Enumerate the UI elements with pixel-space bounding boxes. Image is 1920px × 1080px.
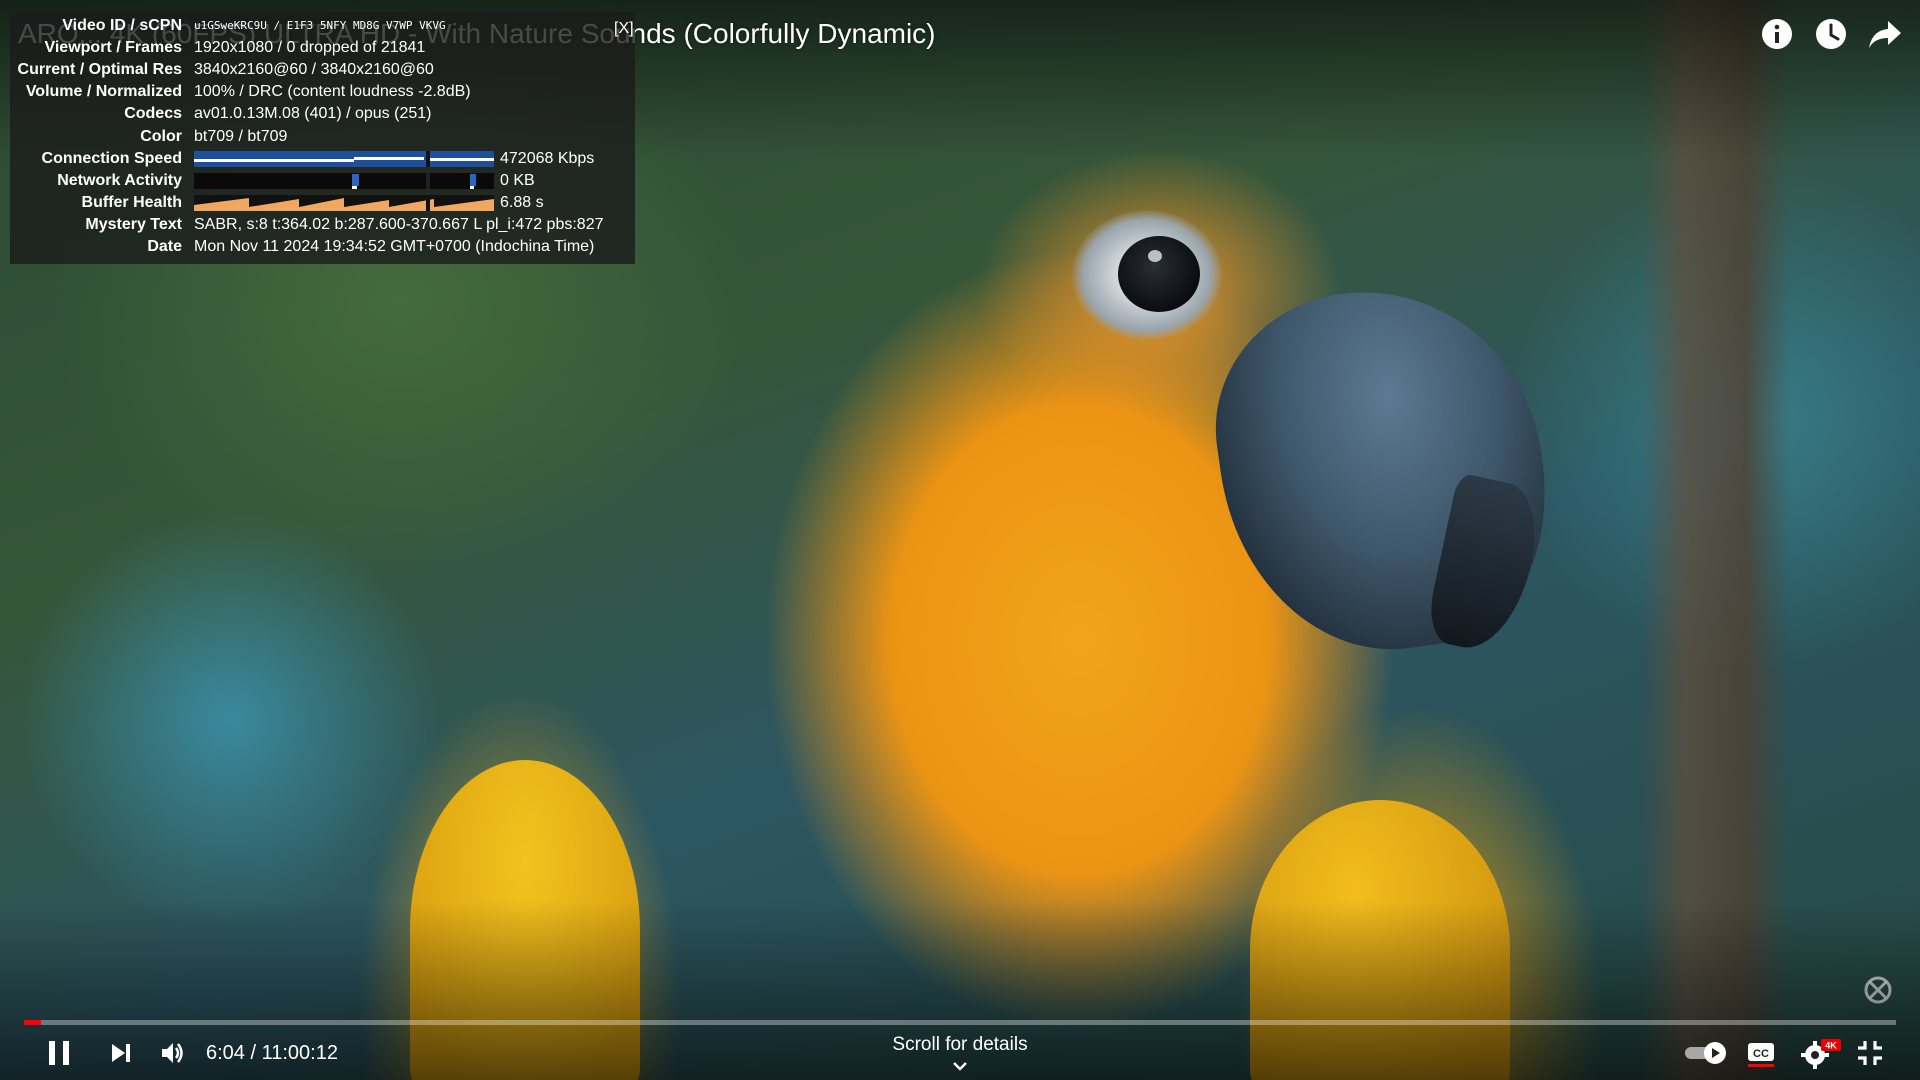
stats-value: bt709 / bt709 [194,127,288,145]
cc-icon: CC [1748,1043,1774,1067]
buffer-health-graph [194,195,494,211]
stats-value: 0 KB [500,171,535,189]
stats-value: Mon Nov 11 2024 19:34:52 GMT+0700 (Indoc… [194,237,595,255]
stats-label: Mystery Text [85,215,182,233]
stats-row-color: Color bt709 / bt709 [10,126,287,148]
stats-value: 3840x2160@60 / 3840x2160@60 [194,60,434,78]
connection-speed-graph [194,151,494,167]
stats-label: Codecs [124,104,182,122]
info-icon[interactable] [1760,14,1794,54]
stats-value: 100% / DRC (content loudness -2.8dB) [194,82,471,100]
stats-for-nerds-panel: [X] Video ID / sCPN u1GSweKRC9U / E1F3 5… [10,12,635,264]
stats-value[interactable]: u1GSweKRC9U / E1F3 5NFY MD8G V7WP VKVG [194,15,446,37]
captions-button[interactable]: CC [1744,1033,1778,1073]
parrot-eye-highlight [1148,250,1162,262]
stats-value: 472068 Kbps [500,149,595,167]
progress-bar-played [24,1020,41,1025]
stats-label: Volume / Normalized [25,82,182,100]
next-button[interactable] [104,1033,138,1073]
stats-row-codecs: Codecs av01.0.13M.08 (401) / opus (251) [10,103,431,125]
stats-label: Connection Speed [41,149,182,167]
video-player[interactable]: ARO... 4K (60FPS) ULTRA HD - With Nature… [0,0,1920,1080]
stats-row-connection-speed: Connection Speed 472068 Kbps [10,148,594,170]
settings-icon: 4K [1801,1039,1841,1069]
stats-value: 1920x1080 / 0 dropped of 21841 [194,38,426,56]
stats-row-volume: Volume / Normalized 100% / DRC (content … [10,81,471,103]
quality-badge: 4K [1825,1041,1837,1051]
captions-label: CC [1753,1048,1769,1060]
chevron-down-icon[interactable] [950,1058,970,1076]
stats-row-resolution: Current / Optimal Res 3840x2160@60 / 384… [10,59,434,81]
network-activity-graph [194,173,494,189]
pause-icon [49,1041,69,1065]
duration: 11:00:12 [261,1042,338,1064]
time-separator: / [244,1042,262,1064]
share-icon[interactable] [1868,14,1902,54]
stats-value: av01.0.13M.08 (401) / opus (251) [194,104,432,122]
scroll-for-details-hint[interactable]: Scroll for details [860,1034,1060,1056]
exit-fullscreen-icon [1858,1041,1882,1065]
stats-row-video-id: Video ID / sCPN u1GSweKRC9U / E1F3 5NFY … [10,15,446,37]
next-icon [112,1044,130,1062]
exit-fullscreen-button[interactable] [1852,1033,1888,1073]
volume-button[interactable] [156,1033,190,1073]
stats-row-date: Date Mon Nov 11 2024 19:34:52 GMT+0700 (… [10,236,594,258]
progress-bar[interactable] [24,1020,1896,1025]
clock-icon[interactable] [1814,14,1848,54]
stats-label: Buffer Health [81,193,182,211]
autoplay-toggle[interactable] [1682,1033,1730,1073]
stats-row-viewport: Viewport / Frames 1920x1080 / 0 dropped … [10,37,425,59]
top-right-controls [1760,14,1902,54]
stats-row-mystery-text: Mystery Text SABR, s:8 t:364.02 b:287.60… [10,214,604,236]
stats-label: Color [140,127,182,145]
stats-label: Video ID / sCPN [62,16,182,34]
stats-value: 6.88 s [500,193,544,211]
stats-row-buffer-health: Buffer Health 6.88 s [10,192,544,214]
volume-icon [162,1043,183,1063]
stats-label: Viewport / Frames [44,38,182,56]
settings-button[interactable]: 4K [1800,1033,1842,1073]
current-time: 6:04 [206,1042,245,1064]
time-display: 6:04 / 11:00:12 [206,1042,338,1065]
pause-button[interactable] [40,1033,78,1073]
stats-close-button[interactable]: [X] [614,18,634,40]
stats-value: SABR, s:8 t:364.02 b:287.600-370.667 L p… [194,215,604,233]
stats-label: Current / Optimal Res [17,60,182,78]
stats-row-network-activity: Network Activity 0 KB [10,170,535,192]
stats-label: Network Activity [57,171,182,189]
parrot-eye [1118,236,1200,312]
stats-label: Date [147,237,182,255]
